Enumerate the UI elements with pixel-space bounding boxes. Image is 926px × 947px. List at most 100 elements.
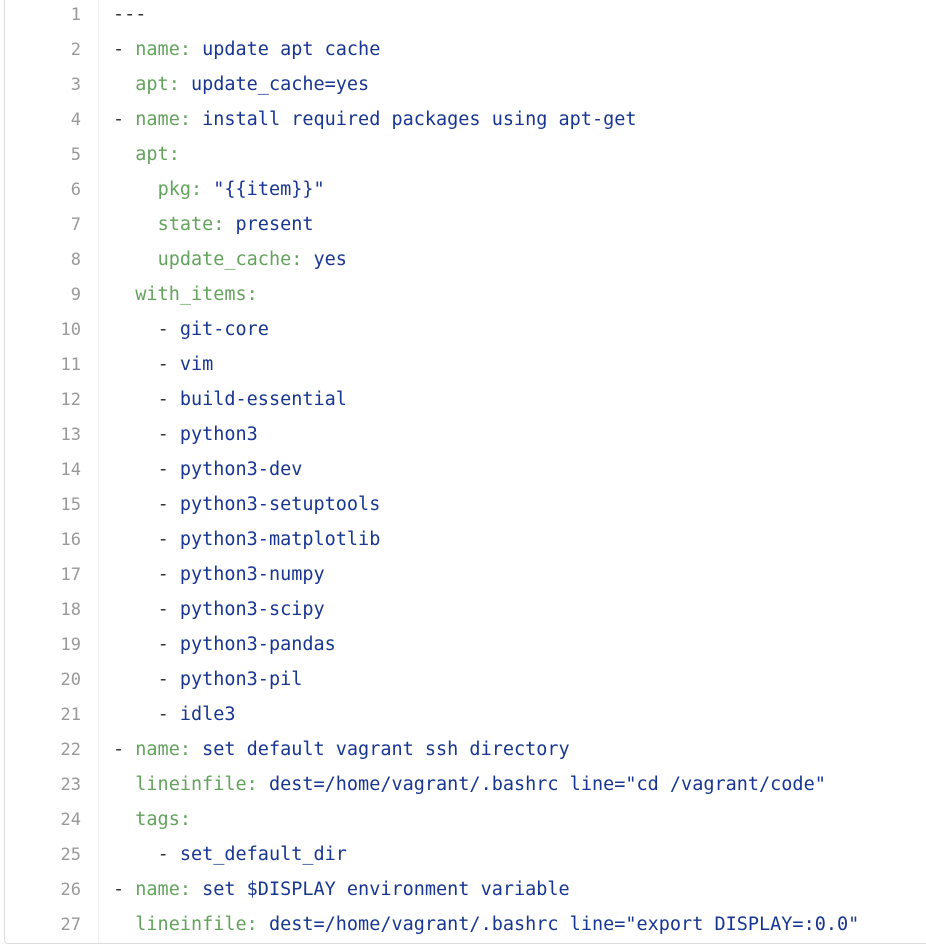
code-line: 15 - python3-setuptools (5, 487, 381, 522)
line-number: 18 (60, 599, 81, 620)
line-content: - idle3 (113, 704, 236, 725)
line-number: 22 (60, 739, 81, 760)
line-content: apt: (113, 144, 180, 165)
line-number: 27 (60, 914, 81, 935)
yaml-value: git-core (179, 319, 269, 340)
yaml-value: python3-pil (179, 669, 303, 690)
list-marker: - (157, 354, 180, 375)
code-line: 17 - python3-numpy (5, 557, 325, 592)
code-line: 16 - python3-matplotlib (5, 522, 381, 557)
yaml-value: build-essential (179, 389, 347, 410)
line-content: - python3 (113, 424, 258, 445)
line-number: 16 (60, 529, 81, 550)
yaml-value: yes (302, 249, 347, 270)
yaml-key: name: (135, 39, 191, 60)
code-line: 25 - set_default_dir (5, 837, 347, 872)
yaml-value: python3-pandas (179, 634, 336, 655)
line-content: - python3-scipy (113, 599, 325, 620)
yaml-key: pkg: (157, 179, 203, 200)
yaml-key: lineinfile: (135, 774, 258, 795)
list-marker: - (113, 109, 136, 130)
code-viewer: 1 --- 2- name: update apt cache 3 apt: upda… (4, 0, 926, 944)
code-line: 7 state: present (5, 207, 314, 242)
line-number: 23 (60, 774, 81, 795)
yaml-value: update apt cache (190, 39, 381, 60)
code-line: 3 apt: update_cache=yes (5, 67, 369, 102)
yaml-value: python3-matplotlib (179, 529, 381, 550)
code-line: 27 lineinfile: dest=/home/vagrant/.bashr… (5, 907, 860, 942)
line-number: 15 (60, 494, 81, 515)
code-line: 13 - python3 (5, 417, 258, 452)
code-line: 2 - name: update apt cache (5, 32, 381, 67)
line-number: 13 (60, 424, 81, 445)
list-marker: - (157, 634, 180, 655)
line-number: 9 (70, 284, 81, 305)
line-number: 4 (70, 109, 81, 130)
line-content: lineinfile: dest=/home/vagrant/.bashrc l… (113, 774, 826, 795)
code-line: 24 tags: (5, 802, 191, 837)
line-number: 3 (70, 74, 81, 95)
line-content: - git-core (113, 319, 269, 340)
line-content: - python3-pil (113, 669, 303, 690)
code-line: 4 - name: install required packages using… (5, 102, 637, 137)
list-marker: - (157, 494, 180, 515)
line-number: 8 (70, 249, 81, 270)
code-line: 5 apt: (5, 137, 180, 172)
line-content: --- (113, 4, 146, 25)
line-content: apt: update_cache=yes (113, 74, 369, 95)
code-line: 26 - name: set $DISPLAY environment varia… (5, 872, 570, 907)
line-number: 25 (60, 844, 81, 865)
yaml-value: present (224, 214, 314, 235)
line-content: - python3-matplotlib (113, 529, 381, 550)
line-content: - name: set default vagrant ssh director… (113, 739, 570, 760)
code-line: 21 - idle3 (5, 697, 236, 732)
code-line: 19 - python3-pandas (5, 627, 336, 662)
yaml-value: dest=/home/vagrant/.bashrc line="cd /vag… (257, 774, 826, 795)
yaml-key: with_items: (135, 284, 258, 305)
list-marker: - (157, 389, 180, 410)
line-content: - python3-numpy (113, 564, 325, 585)
line-number: 5 (70, 144, 81, 165)
yaml-value: python3-numpy (179, 564, 325, 585)
line-number: 19 (60, 634, 81, 655)
yaml-key: update_cache: (157, 249, 303, 270)
code-line: 10 - git-core (5, 312, 269, 347)
line-content: - name: update apt cache (113, 39, 380, 60)
line-content: lineinfile: dest=/home/vagrant/.bashrc l… (113, 914, 859, 935)
list-marker: - (157, 459, 180, 480)
yaml-value: --- (113, 4, 147, 25)
yaml-value: install required packages using apt-get (190, 109, 637, 130)
line-content: state: present (113, 214, 314, 235)
yaml-key: apt: (135, 74, 180, 95)
yaml-key: name: (135, 879, 191, 900)
code-line: 11 - vim (5, 347, 214, 382)
line-content: - python3-setuptools (113, 494, 381, 515)
yaml-value: python3-scipy (179, 599, 325, 620)
code-line: 6 pkg: "{{item}}" (5, 172, 325, 207)
line-content: tags: (113, 809, 191, 830)
line-content: - python3-dev (113, 459, 303, 480)
yaml-key: lineinfile: (135, 914, 258, 935)
line-number: 26 (60, 879, 81, 900)
line-number: 1 (70, 4, 81, 25)
list-marker: - (157, 529, 180, 550)
yaml-value: vim (179, 354, 214, 375)
line-content: - name: set $DISPLAY environment variabl… (113, 879, 570, 900)
line-content: with_items: (113, 284, 258, 305)
